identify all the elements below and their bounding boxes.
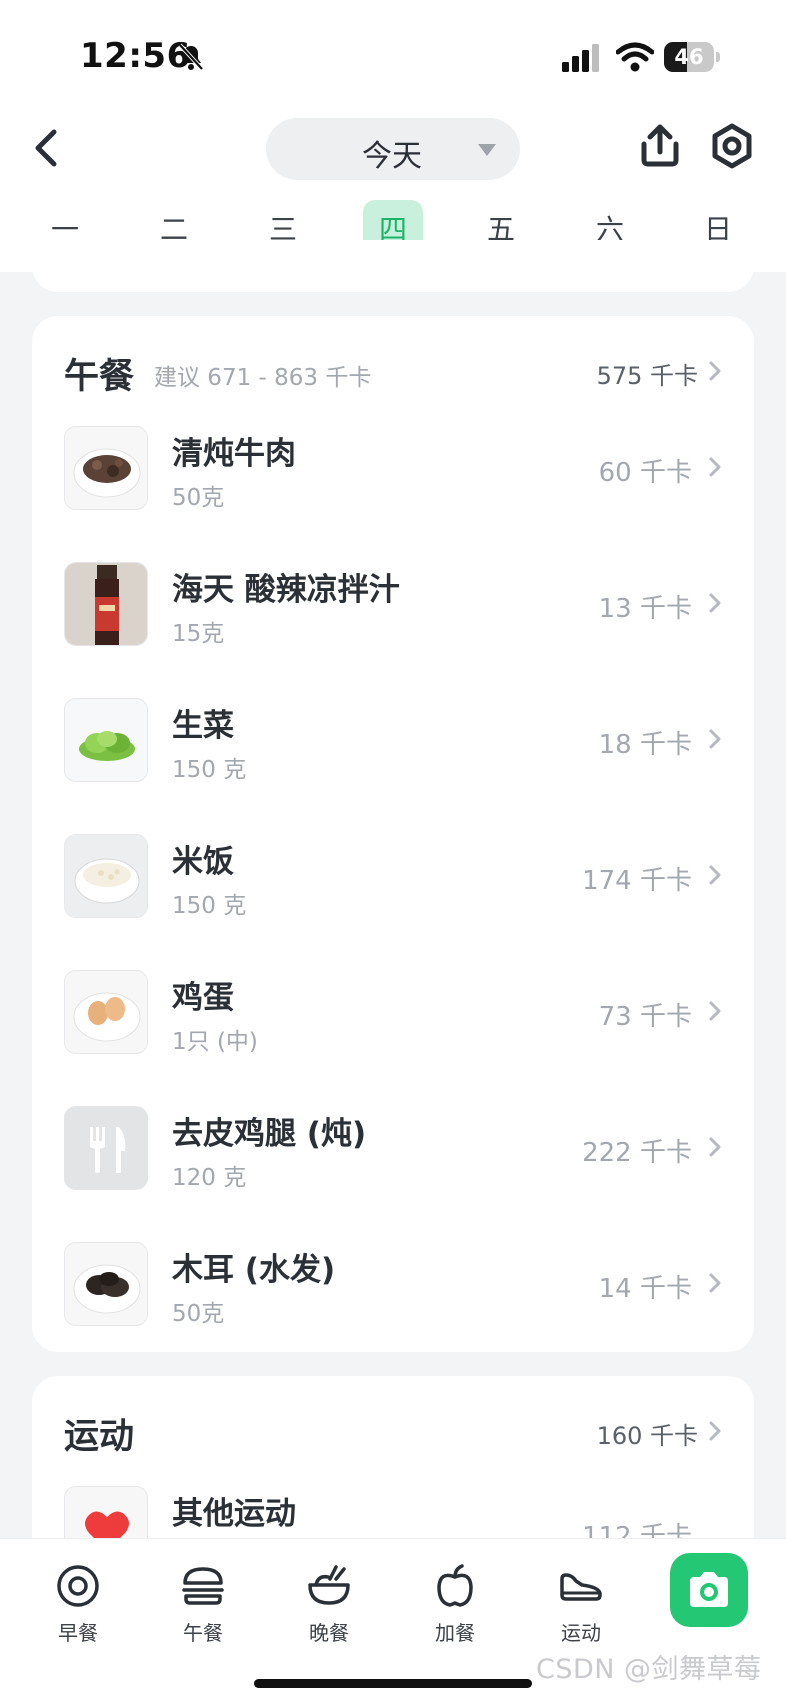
rice-bowl-image: [64, 834, 148, 918]
date-dropdown[interactable]: 今天: [266, 118, 520, 180]
battery-level: 46: [674, 45, 704, 69]
food-name: 生菜: [172, 708, 234, 744]
lunch-title: 午餐: [64, 357, 135, 397]
tab-label: 午餐: [183, 1621, 223, 1645]
caret-down-icon: [478, 144, 496, 156]
lunch-hint: 建议 671 - 863 千卡: [154, 365, 372, 391]
status-bar: 12:56 46: [0, 0, 786, 110]
exercise-name: 其他运动: [172, 1496, 296, 1532]
eggs-plate-image: [64, 970, 148, 1054]
bottom-tab-bar: 早餐 午餐 晚餐 加餐 运动 CSDN @剑舞草莓: [0, 1538, 786, 1704]
breakfast-egg-icon: [57, 1565, 99, 1607]
tab-label: 晚餐: [309, 1621, 349, 1645]
status-time: 12:56: [80, 36, 191, 76]
food-kcal: 13 千卡: [598, 594, 692, 624]
camera-icon: [690, 1572, 728, 1607]
food-amount: 150 克: [172, 757, 247, 783]
chevron-right-icon: [709, 865, 721, 885]
beef-plate-image: [64, 426, 148, 510]
food-name: 木耳 (水发): [172, 1252, 336, 1288]
food-name: 鸡蛋: [172, 980, 234, 1016]
burger-icon: [182, 1567, 224, 1605]
lunch-card: 午餐 建议 671 - 863 千卡 575 千卡 清炖牛肉 50克 60 千卡: [32, 316, 754, 1352]
chevron-right-icon: [709, 593, 721, 613]
previous-meal-card: [32, 240, 754, 292]
tab-lunch[interactable]: 午餐: [158, 1549, 248, 1659]
chevron-right-icon: [709, 457, 721, 477]
food-name: 海天 酸辣凉拌汁: [172, 572, 400, 608]
back-arrow-icon[interactable]: [26, 124, 66, 172]
bowl-icon: [308, 1565, 350, 1605]
food-item[interactable]: 生菜 150 克 18 千卡: [32, 698, 754, 834]
food-kcal: 222 千卡: [582, 1138, 692, 1168]
tab-label: 运动: [561, 1621, 601, 1645]
date-label: 今天: [362, 139, 422, 174]
chevron-right-icon: [709, 1137, 721, 1157]
lettuce-image: [64, 698, 148, 782]
signal-icon: [562, 44, 599, 72]
food-amount: 120 克: [172, 1165, 247, 1191]
tab-snack[interactable]: 加餐: [410, 1549, 500, 1659]
exercise-title: 运动: [64, 1417, 135, 1457]
bell-off-icon: [178, 43, 204, 71]
camera-button[interactable]: [670, 1553, 748, 1627]
food-kcal: 60 千卡: [598, 458, 692, 488]
food-amount: 50克: [172, 485, 225, 511]
food-item[interactable]: 清炖牛肉 50克 60 千卡: [32, 426, 754, 562]
food-amount: 1只 (中): [172, 1029, 258, 1055]
food-name: 米饭: [172, 844, 234, 880]
food-kcal: 14 千卡: [598, 1274, 692, 1304]
food-item[interactable]: 海天 酸辣凉拌汁 15克 13 千卡: [32, 562, 754, 698]
sauce-bottle-image: [64, 562, 148, 646]
tab-label: 加餐: [435, 1621, 475, 1645]
chevron-right-icon: [709, 1001, 721, 1021]
food-amount: 15克: [172, 621, 225, 647]
tab-dinner[interactable]: 晚餐: [284, 1549, 374, 1659]
watermark: CSDN @剑舞草莓: [536, 1654, 762, 1685]
chevron-right-icon: [709, 1273, 721, 1293]
tab-exercise[interactable]: 运动: [536, 1549, 626, 1659]
fork-knife-icon: [64, 1106, 148, 1190]
lunch-total[interactable]: 575 千卡: [597, 356, 698, 391]
chevron-right-icon: [709, 1421, 721, 1441]
chevron-right-icon: [709, 729, 721, 749]
food-item[interactable]: 木耳 (水发) 50克 14 千卡: [32, 1242, 754, 1378]
food-item[interactable]: 米饭 150 克 174 千卡: [32, 834, 754, 970]
tab-breakfast[interactable]: 早餐: [33, 1549, 123, 1659]
wood-ear-plate-image: [64, 1242, 148, 1326]
diet-log-screen: 12:56 46 今天 一 二 三 四 五 六 日 午餐 建议 671 - 86…: [0, 0, 786, 1704]
food-item[interactable]: 鸡蛋 1只 (中) 73 千卡: [32, 970, 754, 1106]
food-kcal: 174 千卡: [582, 866, 692, 896]
settings-hex-icon[interactable]: [708, 122, 756, 170]
exercise-total[interactable]: 160 千卡: [597, 1416, 698, 1451]
apple-icon: [437, 1564, 473, 1607]
food-name: 清炖牛肉: [172, 436, 296, 472]
chevron-right-icon: [709, 361, 721, 381]
food-amount: 150 克: [172, 893, 247, 919]
food-kcal: 18 千卡: [598, 730, 692, 760]
battery-icon: 46: [664, 42, 720, 72]
food-kcal: 73 千卡: [598, 1002, 692, 1032]
sneaker-icon: [560, 1573, 602, 1601]
food-amount: 50克: [172, 1301, 225, 1327]
food-name: 去皮鸡腿 (炖): [172, 1116, 367, 1152]
share-upload-icon[interactable]: [636, 122, 684, 170]
food-item[interactable]: 去皮鸡腿 (炖) 120 克 222 千卡: [32, 1106, 754, 1242]
wifi-icon: [616, 42, 654, 72]
tab-label: 早餐: [58, 1621, 98, 1645]
home-indicator: [254, 1679, 532, 1688]
